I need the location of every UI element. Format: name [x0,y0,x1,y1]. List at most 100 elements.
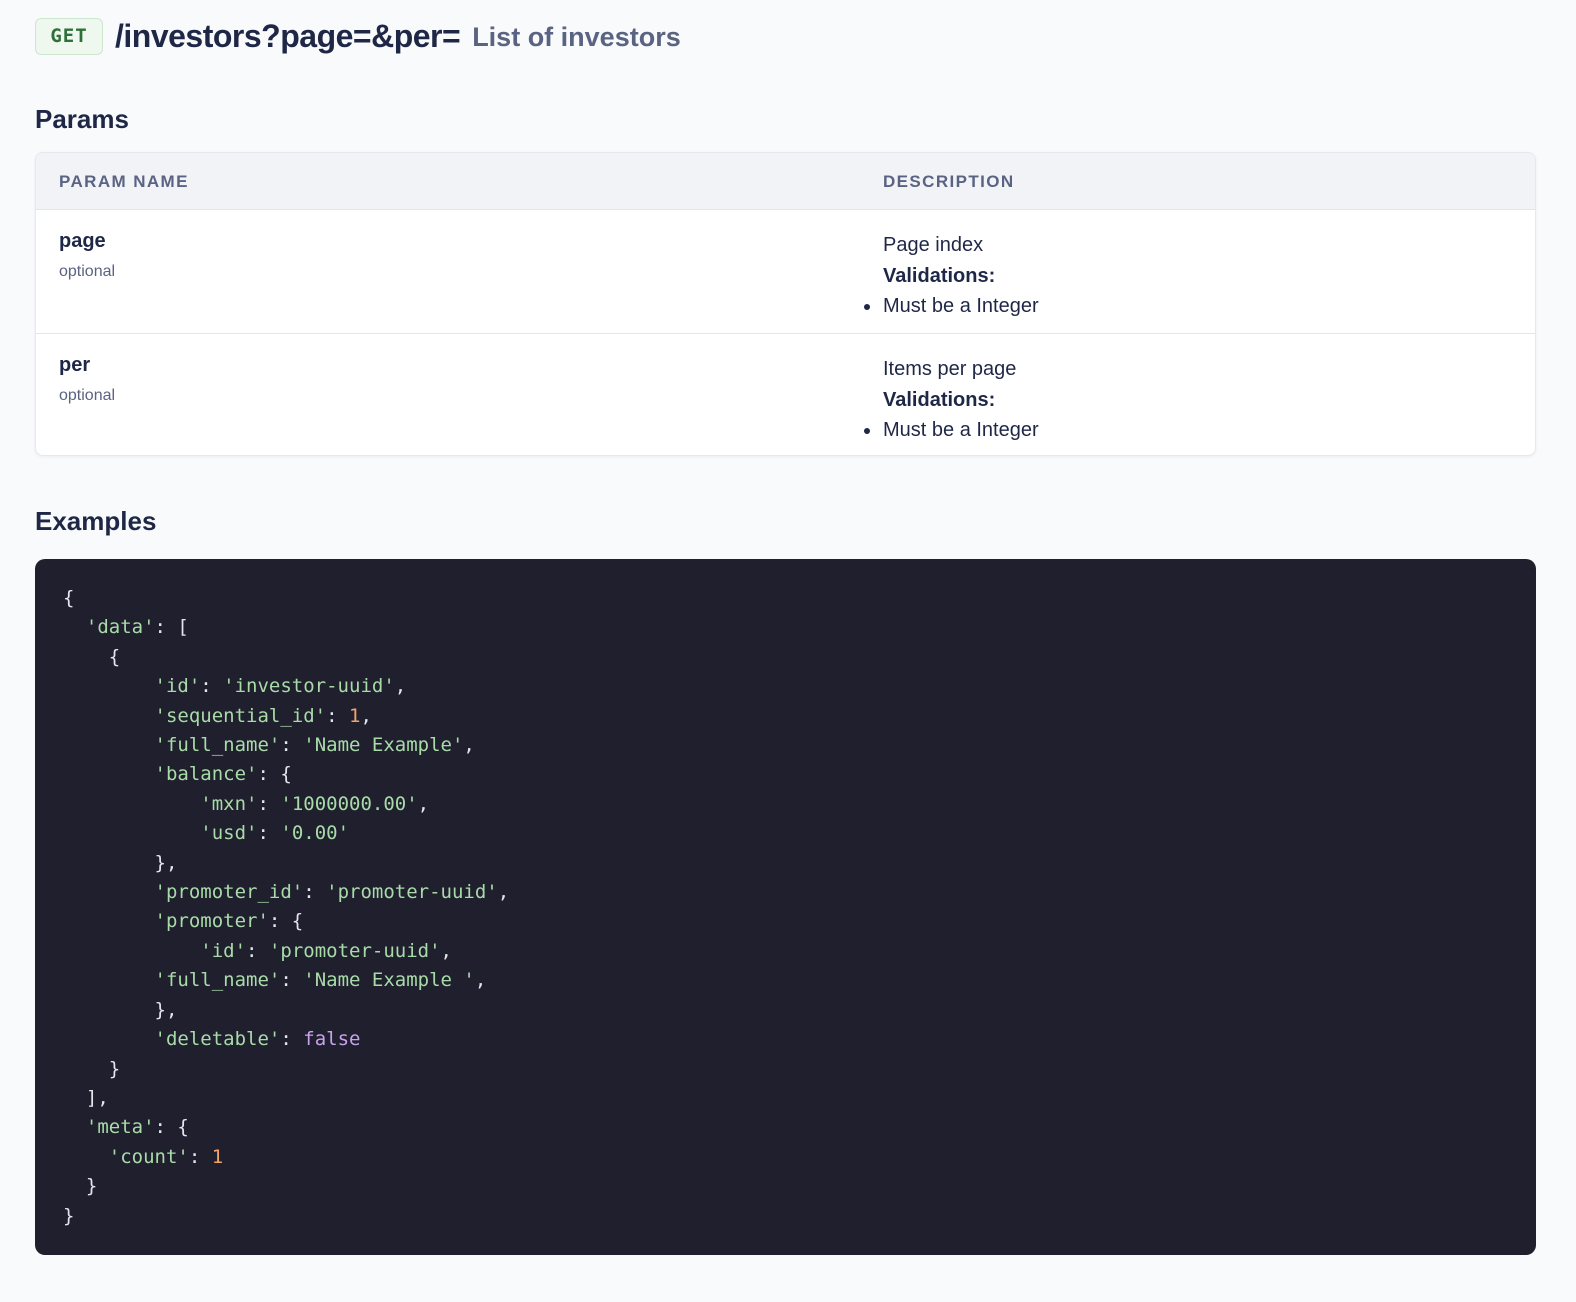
code-token-pun: : [188,1145,212,1168]
code-token-pun: , [474,969,487,992]
code-line: 'usd': '0.00' [63,822,349,844]
code-token-key: 'full_name' [154,734,281,757]
code-token-pun: , [417,792,430,815]
code-line: 'id': 'investor-uuid', [63,675,407,698]
validations-label: Validations: [883,264,996,287]
code-line: { [63,646,120,668]
code-token-key: 'id' [154,675,201,698]
code-token-pun: : [246,939,269,962]
code-token-pun [63,940,200,962]
code-token-num: 1 [211,1145,224,1168]
code-token-pun [63,763,155,785]
param-row-page: page optional Page index Validations: Mu… [36,210,1535,333]
code-token-pun: : { [268,910,304,933]
code-line: 'deletable': false [63,1028,361,1051]
endpoint-header: GET /investors?page=&per= List of invest… [35,16,681,56]
code-line: 'meta': { [63,1116,189,1138]
endpoint-path: /investors?page=&per= [115,17,461,54]
code-token-key: 'promoter_id' [154,881,304,904]
param-name: per [59,354,91,376]
code-token-pun: , [360,704,372,727]
code-line: 'full_name': 'Name Example', [63,734,475,756]
code-line: ], [63,1087,109,1109]
code-token-pun: }, [63,851,178,874]
code-token-pun [63,881,155,903]
params-table-header: PARAM NAME DESCRIPTION [36,153,1535,210]
code-token-pun [63,675,155,697]
code-token-pun [63,1028,155,1050]
code-token-str: 'investor-uuid' [223,675,395,698]
code-token-pun: : [ [154,616,189,639]
code-token-key: 'count' [108,1145,189,1168]
param-description: Page index [883,234,984,256]
code-token-pun: : [257,792,281,815]
params-heading: Params [35,104,129,134]
code-token-pun [63,705,155,727]
column-header-param-name: PARAM NAME [59,172,189,191]
params-table: PARAM NAME DESCRIPTION page optional Pag… [35,152,1536,456]
code-token-pun: } [63,1175,98,1198]
param-requirement: optional [59,263,116,280]
code-line: 'data': [ [63,616,189,638]
code-token-pun: : { [257,763,292,786]
validations-list: Must be a Integer [864,291,1039,322]
code-token-pun: : [280,1028,304,1051]
code-token-key: 'usd' [200,822,258,845]
code-token-pun [63,910,155,932]
http-method-badge: GET [35,17,103,55]
code-token-key: 'promoter' [154,910,269,933]
code-token-key: 'meta' [85,1116,155,1139]
code-token-pun: } [63,1057,121,1080]
code-token-pun: , [394,675,407,698]
code-token-pun: : [280,734,304,757]
code-token-num: 1 [349,704,361,727]
code-token-bool: false [303,1028,361,1051]
code-token-pun [63,822,200,844]
code-line: 'full_name': 'Name Example ', [63,969,487,992]
code-token-key: 'sequential_id' [154,704,327,727]
code-token-pun: , [497,881,510,904]
code-token-key: 'id' [200,939,247,962]
code-line: }, [63,851,178,874]
validation-item: Must be a Integer [864,415,1039,446]
code-token-key: 'mxn' [200,792,258,815]
param-description-cell: Page index Validations: Must be a Intege… [864,230,1039,322]
code-token-pun [63,793,200,815]
code-line: } [63,1175,97,1197]
code-token-pun: } [63,1204,75,1227]
example-code-block[interactable]: { 'data': [ { 'id': 'investor-uuid', 'se… [35,559,1536,1255]
code-token-pun: : [280,969,304,992]
code-token-pun [63,1146,109,1168]
code-token-pun: : [326,704,349,727]
param-row-per: per optional Items per page Validations:… [36,333,1535,455]
code-token-pun [63,969,155,991]
validation-item: Must be a Integer [864,291,1039,322]
code-line: 'count': 1 [63,1146,223,1168]
code-token-str: 'promoter-uuid' [268,939,441,962]
code-token-key: 'balance' [154,763,258,786]
code-token-str: 'Name Example' [303,734,464,757]
code-token-pun: : [257,822,281,845]
code-token-pun: { [63,645,121,668]
code-line: 'mxn': '1000000.00', [63,793,429,815]
code-line: 'sequential_id': 1, [63,705,372,727]
code-token-key: 'data' [85,616,155,639]
endpoint-summary: List of investors [472,21,681,52]
param-description: Items per page [883,358,1017,380]
validations-label: Validations: [883,388,996,411]
code-line: }, [63,999,178,1021]
validations-list: Must be a Integer [864,415,1039,446]
code-line: } [63,1058,120,1080]
param-name: page [59,230,106,252]
code-line: } [63,1205,74,1227]
examples-heading: Examples [35,506,157,536]
code-token-str: '0.00' [280,822,350,845]
code-token-str: '1000000.00' [280,792,418,815]
code-token-pun [63,1116,86,1138]
code-token-str: 'Name Example ' [303,969,475,992]
code-token-pun: : { [154,1116,189,1139]
example-json-code[interactable]: { 'data': [ { 'id': 'investor-uuid', 'se… [63,584,509,1231]
code-token-pun [63,734,155,756]
param-requirement: optional [59,387,116,404]
code-token-pun: { [63,587,75,609]
